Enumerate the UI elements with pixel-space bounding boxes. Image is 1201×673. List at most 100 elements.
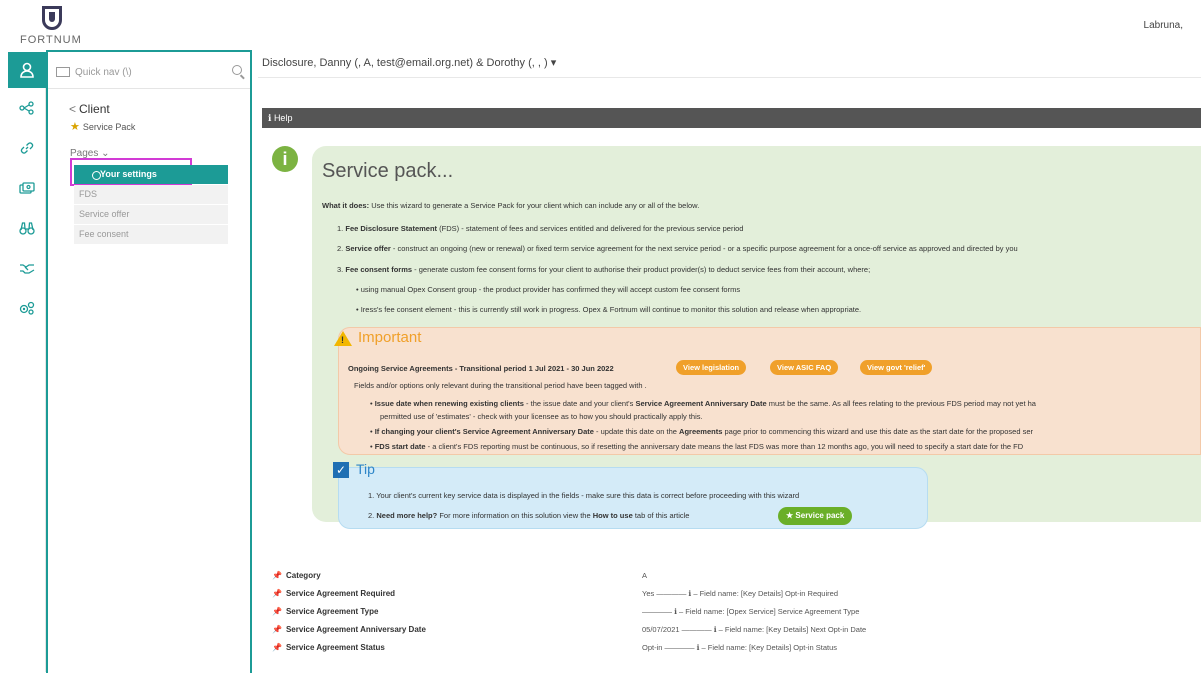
view-govt-relief-button[interactable]: View govt 'relief' [860, 360, 933, 375]
bullet-text: must be the same. As all fees relating t… [768, 399, 1036, 408]
app-root: { "brand": {"logo_text": "FORTNUM"}, "he… [0, 0, 1201, 673]
list-text: (FDS) - statement of fees and services e… [439, 224, 744, 233]
page-item-fds[interactable]: FDS [74, 185, 228, 204]
tip-bold: Need more help? [376, 511, 438, 520]
back-label: Client [79, 102, 110, 116]
service-pack-button[interactable]: ★ Service pack [778, 507, 853, 525]
service-pack-title: Service pack... [322, 160, 454, 182]
pin-icon: 📌 [272, 589, 282, 598]
page-item-fee-consent[interactable]: Fee consent [74, 225, 228, 244]
list-num: 3. [337, 265, 344, 274]
binoculars-icon[interactable] [8, 208, 46, 248]
bullet-item: • FDS start date - a client's FDS report… [370, 442, 1024, 451]
list-item: 2. Service offer - construct an ongoing … [337, 244, 1018, 253]
handshake-icon[interactable] [8, 248, 46, 288]
tip-line: 2. Need more help? For more information … [368, 511, 689, 520]
info-icon: i [272, 146, 298, 172]
list-text: - construct an ongoing (new or renewal) … [392, 244, 1018, 253]
warning-mark: ! [341, 335, 344, 345]
bullet-text: - a client's FDS reporting must be conti… [427, 442, 1024, 451]
field-label-text: Service Agreement Type [285, 607, 379, 616]
user-icon[interactable] [8, 52, 46, 88]
bullet-bold: Service Agreement Anniversary Date [635, 399, 767, 408]
field-label: 📌 Service Agreement Status [272, 643, 385, 652]
bullet-item: • Iress's fee consent element - this is … [356, 305, 862, 314]
checkbox-icon: ✓ [333, 462, 349, 478]
link-icon[interactable] [8, 128, 46, 168]
field-value: Yes ———— ℹ – Field name: [Key Details] O… [642, 589, 838, 598]
bullet-text: using manual Opex Consent group - the pr… [360, 285, 741, 294]
back-to-client[interactable]: < Client [69, 102, 110, 116]
left-rail [8, 52, 46, 672]
field-label: 📌 Service Agreement Anniversary Date [272, 625, 426, 634]
pin-icon: 📌 [272, 571, 282, 580]
bullet-text: page prior to commencing this wizard and… [724, 427, 1033, 436]
tip-bold: How to use [592, 511, 633, 520]
subtitle-text: Service Pack [82, 121, 136, 132]
tip-text: For more information on this solution vi… [439, 511, 591, 520]
field-value: ———— ℹ – Field name: [Opex Service] Serv… [642, 607, 860, 616]
page-item-label: Your settings [100, 169, 157, 179]
bullet-text: Iress's fee consent element - this is cu… [360, 305, 862, 314]
bullet-bold: Agreements [679, 427, 723, 436]
what-it-does: What it does: Use this wizard to generat… [322, 201, 699, 210]
list-text: - generate custom fee consent forms for … [414, 265, 871, 274]
page-item-label: Fee consent [79, 229, 129, 239]
star-icon: ★ [786, 511, 794, 520]
list-item: 3. Fee consent forms - generate custom f… [337, 265, 870, 274]
pin-icon: 📌 [272, 607, 282, 616]
bullet-bold: FDS start date [374, 442, 426, 451]
field-label-text: Service Agreement Required [285, 589, 396, 598]
quick-nav-placeholder: Quick nav (\) [75, 66, 132, 78]
field-value: Opt-in ———— ℹ – Field name: [Key Details… [642, 643, 837, 652]
tip-line: 1. Your client's current key service dat… [368, 491, 800, 500]
bullet-item: • Issue date when renewing existing clie… [370, 399, 1036, 408]
field-label: 📌 Service Agreement Required [272, 589, 395, 598]
field-label-text: Category [285, 571, 321, 580]
section-subtitle: ★ Service Pack [70, 120, 135, 133]
fortnum-logo[interactable]: FORTNUM [18, 6, 98, 48]
network-icon[interactable] [8, 88, 46, 128]
field-value: A [642, 571, 648, 580]
money-icon[interactable] [8, 168, 46, 208]
star-icon: ★ [70, 121, 80, 133]
view-legislation-button[interactable]: View legislation [676, 360, 747, 375]
what-text: Use this wizard to generate a Service Pa… [371, 201, 700, 210]
field-label-text: Service Agreement Status [285, 643, 385, 652]
view-asic-faq-button[interactable]: View ASIC FAQ [770, 360, 839, 375]
important-heading: Ongoing Service Agreements - Transitiona… [348, 364, 614, 373]
sidebar-panel: Quick nav (\) < Client ★ Service Pack Page… [46, 50, 252, 673]
client-title-dropdown[interactable]: Disclosure, Danny (, A, test@email.org.n… [262, 56, 556, 69]
bullet-item: • using manual Opex Consent group - the … [356, 285, 741, 294]
list-item: 1. Fee Disclosure Statement (FDS) - stat… [337, 224, 743, 233]
field-label: 📌 Service Agreement Type [272, 607, 378, 616]
list-num: 2. [337, 244, 344, 253]
user-name[interactable]: Labruna, [1144, 20, 1183, 31]
list-bold: Service offer [345, 244, 391, 253]
info-icon: ℹ [268, 113, 272, 123]
field-label-text: Service Agreement Anniversary Date [285, 625, 426, 634]
caret-down-icon: ▾ [550, 57, 557, 69]
divider [48, 88, 250, 89]
quick-nav-search[interactable]: Quick nav (\) [54, 57, 248, 87]
page-item-label: Service offer [79, 209, 130, 219]
bullet-bold: Issue date when renewing existing client… [374, 399, 524, 408]
tip-title: Tip [356, 461, 375, 477]
list-bold: Fee Disclosure Statement [345, 224, 438, 233]
page-item-service-offer[interactable]: Service offer [74, 205, 228, 224]
search-icon[interactable] [232, 65, 242, 75]
help-bar[interactable]: ℹ Help [262, 108, 1201, 128]
bullet-bold: If changing your client's Service Agreem… [374, 427, 594, 436]
tip-num: 2. [368, 511, 375, 520]
divider [258, 77, 1201, 78]
settings-icon[interactable] [8, 288, 46, 328]
list-bold: Fee consent forms [345, 265, 413, 274]
help-label: Help [273, 113, 293, 123]
page-title: Disclosure, Danny (, A, test@email.org.n… [262, 57, 548, 69]
bullet-continuation: permitted use of 'estimates' - check wit… [380, 412, 703, 421]
page-item-your-settings[interactable]: Your settings [74, 165, 228, 184]
field-value: 05/07/2021 ———— ℹ – Field name: [Key Det… [642, 625, 867, 634]
tip-text: tab of this article [634, 511, 690, 520]
button-label: Service pack [795, 511, 845, 520]
pin-icon: 📌 [272, 643, 282, 652]
